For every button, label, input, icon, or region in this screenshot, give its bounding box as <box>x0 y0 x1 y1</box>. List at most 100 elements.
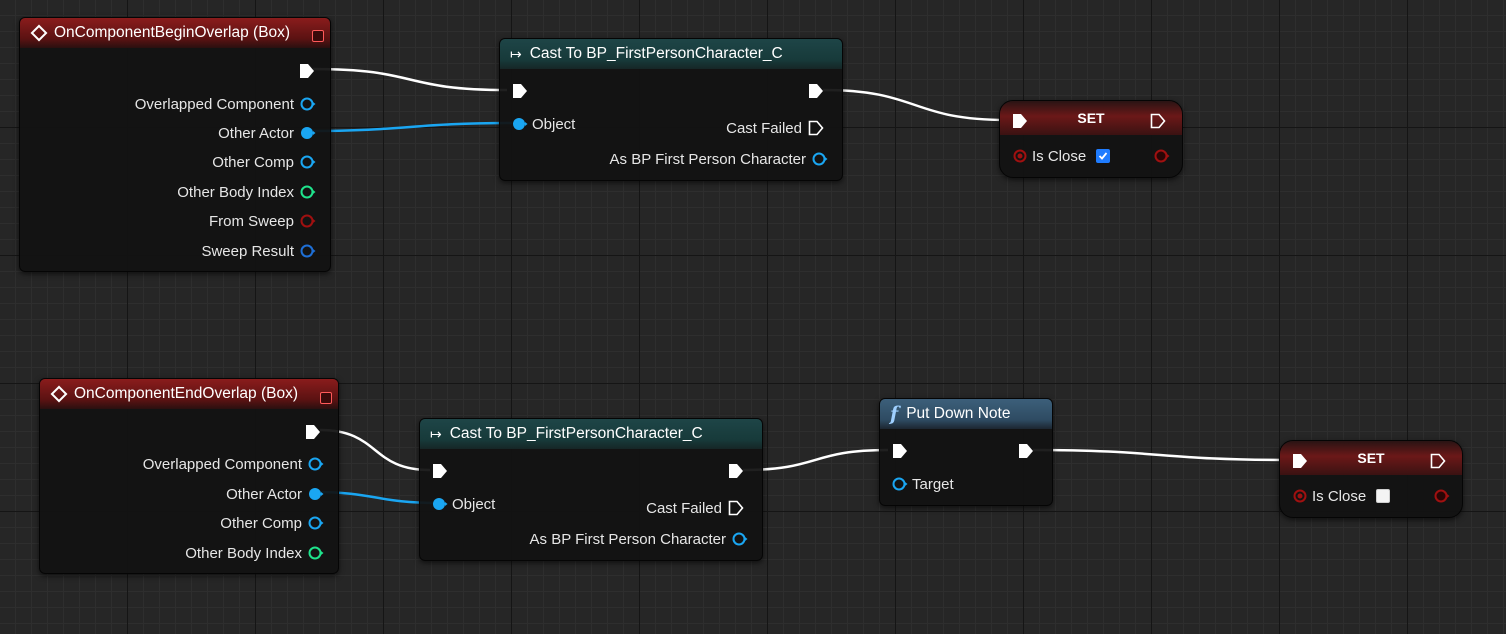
bool-pin-icon[interactable] <box>1154 148 1170 164</box>
pin-target[interactable]: Target <box>892 474 954 494</box>
object-pin-icon[interactable] <box>732 531 748 547</box>
delegate-pin-icon[interactable] <box>312 30 324 42</box>
object-pin-icon[interactable] <box>300 154 316 170</box>
delegate-pin-icon[interactable] <box>320 392 332 404</box>
exec-output-icon[interactable] <box>1018 443 1034 459</box>
node-header[interactable]: OnComponentEndOverlap (Box) <box>40 379 338 409</box>
pin-is-close[interactable]: Is Close <box>1012 146 1111 166</box>
pin-label: Cast Failed <box>726 119 802 137</box>
bool-pin-icon[interactable] <box>1292 488 1308 504</box>
node-header[interactable]: ↦ Cast To BP_FirstPersonCharacter_C <box>420 419 762 449</box>
bool-pin-icon[interactable] <box>1434 488 1450 504</box>
bool-pin-icon[interactable] <box>1012 148 1028 164</box>
pin-sweep-result[interactable]: Sweep Result <box>201 241 316 261</box>
blueprint-graph-canvas[interactable]: OnComponentBeginOverlap (Box) Overlapped… <box>0 0 1506 634</box>
exec-input-icon[interactable] <box>512 83 528 99</box>
node-title: OnComponentEndOverlap (Box) <box>74 385 299 402</box>
pin-overlapped-component[interactable]: Overlapped Component <box>143 454 324 474</box>
pin-object-input[interactable]: Object <box>512 114 575 134</box>
pin-as-character[interactable]: As BP First Person Character <box>610 149 828 169</box>
exec-in-pin[interactable] <box>512 81 528 101</box>
node-header[interactable]: f Put Down Note <box>880 399 1052 429</box>
exec-out-pin[interactable] <box>1018 441 1034 461</box>
exec-wire[interactable] <box>742 448 889 472</box>
set-node-top[interactable]: SET Is Close <box>999 100 1183 178</box>
pin-is-close[interactable]: Is Close <box>1292 486 1391 506</box>
object-pin-icon[interactable] <box>300 125 316 141</box>
exec-in-pin[interactable] <box>892 441 908 461</box>
pin-other-comp[interactable]: Other Comp <box>212 152 316 172</box>
pin-label: Sweep Result <box>201 242 294 260</box>
exec-in-pin[interactable] <box>1292 451 1308 471</box>
node-header[interactable]: OnComponentBeginOverlap (Box) <box>20 18 330 48</box>
exec-output-icon[interactable] <box>299 63 315 79</box>
pin-as-character[interactable]: As BP First Person Character <box>530 529 748 549</box>
bool-out-pin[interactable] <box>1154 146 1170 166</box>
pin-label: Is Close <box>1032 147 1087 165</box>
function-icon: f <box>890 403 899 425</box>
exec-input-icon[interactable] <box>1292 453 1308 469</box>
exec-out-pin[interactable] <box>808 81 824 101</box>
pin-label: Other Body Index <box>185 544 302 562</box>
cast-node-top[interactable]: ↦ Cast To BP_FirstPersonCharacter_C Obje… <box>499 38 843 181</box>
object-wire[interactable] <box>305 121 513 133</box>
exec-input-icon[interactable] <box>892 443 908 459</box>
node-header[interactable]: ↦ Cast To BP_FirstPersonCharacter_C <box>500 39 842 69</box>
pin-label: From Sweep <box>208 212 294 230</box>
node-title: Put Down Note <box>906 405 1011 422</box>
object-pin-icon[interactable] <box>308 515 324 531</box>
exec-wire[interactable] <box>312 67 508 92</box>
exec-in-pin[interactable] <box>432 461 448 481</box>
bool-out-pin[interactable] <box>1434 486 1450 506</box>
exec-wire[interactable] <box>822 88 1008 122</box>
function-node-put-down-note[interactable]: f Put Down Note Target <box>879 398 1053 506</box>
object-pin-icon[interactable] <box>812 151 828 167</box>
pin-from-sweep[interactable]: From Sweep <box>209 211 316 231</box>
pin-other-actor[interactable]: Other Actor <box>226 484 324 504</box>
is-close-checkbox[interactable] <box>1376 489 1391 503</box>
pin-overlapped-component[interactable]: Overlapped Component <box>135 94 316 114</box>
object-pin-icon[interactable] <box>512 116 528 132</box>
cast-node-bottom[interactable]: ↦ Cast To BP_FirstPersonCharacter_C Obje… <box>419 418 763 561</box>
exec-output-hollow-icon[interactable] <box>1150 113 1166 129</box>
bool-pin-icon[interactable] <box>300 213 316 229</box>
object-pin-icon[interactable] <box>308 486 324 502</box>
int-pin-icon[interactable] <box>300 184 316 200</box>
exec-in-pin[interactable] <box>1012 111 1028 131</box>
exec-input-icon[interactable] <box>432 463 448 479</box>
pin-other-body-index[interactable]: Other Body Index <box>177 182 316 202</box>
pin-label: Object <box>532 115 576 133</box>
exec-out-pin[interactable] <box>1430 451 1446 471</box>
exec-output-hollow-icon[interactable] <box>728 500 744 516</box>
event-node-end-overlap[interactable]: OnComponentEndOverlap (Box) Overlapped C… <box>39 378 339 574</box>
pin-other-body-index[interactable]: Other Body Index <box>185 543 324 563</box>
set-node-bottom[interactable]: SET Is Close <box>1279 440 1463 518</box>
exec-out-pin[interactable] <box>728 461 744 481</box>
checkmark-icon <box>1099 152 1108 160</box>
exec-out-pin[interactable] <box>299 61 315 81</box>
object-pin-icon[interactable] <box>892 476 908 492</box>
exec-output-hollow-icon[interactable] <box>808 120 824 136</box>
pin-other-comp[interactable]: Other Comp <box>220 513 324 533</box>
exec-output-icon[interactable] <box>808 83 824 99</box>
pin-label: Overlapped Component <box>142 455 302 473</box>
pin-label: Is Close <box>1312 487 1367 505</box>
exec-output-hollow-icon[interactable] <box>1430 453 1446 469</box>
event-node-begin-overlap[interactable]: OnComponentBeginOverlap (Box) Overlapped… <box>19 17 331 272</box>
pin-other-actor[interactable]: Other Actor <box>218 123 316 143</box>
exec-output-icon[interactable] <box>728 463 744 479</box>
exec-output-icon[interactable] <box>305 424 321 440</box>
struct-pin-icon[interactable] <box>300 243 316 259</box>
pin-cast-failed[interactable]: Cast Failed <box>646 498 744 518</box>
pin-object-input[interactable]: Object <box>432 494 495 514</box>
object-pin-icon[interactable] <box>308 456 324 472</box>
exec-out-pin[interactable] <box>305 422 321 442</box>
object-pin-icon[interactable] <box>432 496 448 512</box>
is-close-checkbox[interactable] <box>1096 149 1111 163</box>
exec-wire[interactable] <box>1032 448 1289 462</box>
exec-out-pin[interactable] <box>1150 111 1166 131</box>
pin-cast-failed[interactable]: Cast Failed <box>726 118 824 138</box>
object-pin-icon[interactable] <box>300 96 316 112</box>
exec-input-icon[interactable] <box>1012 113 1028 129</box>
int-pin-icon[interactable] <box>308 545 324 561</box>
